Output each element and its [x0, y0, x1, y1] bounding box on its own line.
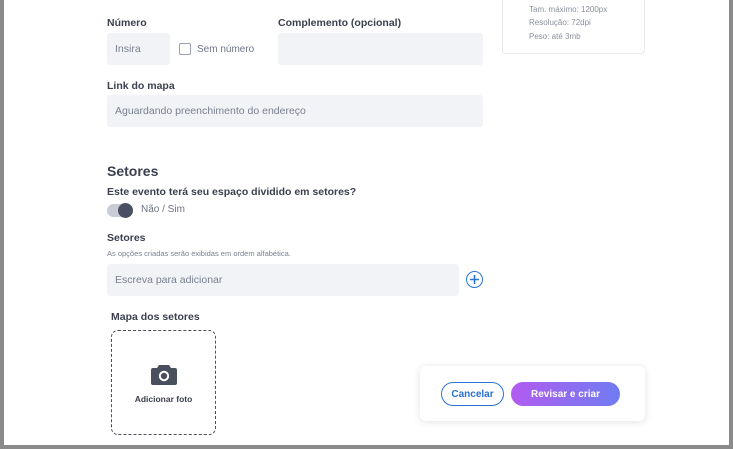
sectors-question: Este evento terá seu espaço dividido em … [107, 186, 357, 198]
spec-resolution: Resolução: 72dpi [529, 18, 591, 27]
spec-max-size: Tam. máximo: 1200px [529, 5, 608, 14]
event-form-page: Tam. máximo: 1200px Resolução: 72dpi Pes… [4, 0, 729, 445]
sectors-helper: As opções criadas serão exibidas em orde… [107, 249, 291, 258]
spec-weight: Peso: até 3mb [529, 32, 581, 41]
cancel-button[interactable]: Cancelar [441, 382, 504, 406]
sectors-title: Setores [107, 163, 159, 179]
number-input[interactable]: Insira [107, 33, 170, 65]
review-create-button[interactable]: Revisar e criar [511, 382, 620, 406]
footer-actions: Cancelar Revisar e criar [420, 366, 645, 421]
toggle-label: Não / Sim [141, 204, 185, 215]
upload-label: Adicionar foto [134, 394, 193, 404]
no-number-checkbox[interactable] [179, 43, 191, 55]
image-specs-card: Tam. máximo: 1200px Resolução: 72dpi Pes… [502, 0, 645, 54]
map-link-input[interactable]: Aguardando preenchimento do endereço [107, 95, 483, 127]
sectors-input[interactable]: Escreva para adicionar [107, 264, 459, 296]
map-link-label: Link do mapa [107, 80, 175, 92]
complement-label: Complemento (opcional) [278, 17, 402, 29]
no-number-label: Sem número [197, 44, 255, 55]
sectors-map-label: Mapa dos setores [111, 311, 200, 323]
plus-circle-icon[interactable] [466, 271, 483, 288]
complement-input[interactable] [278, 33, 483, 65]
sectors-toggle[interactable] [107, 203, 133, 218]
sectors-field-label: Setores [107, 232, 146, 244]
toggle-knob [118, 203, 133, 218]
number-label: Número [107, 17, 147, 29]
sectors-map-upload[interactable]: Adicionar foto [111, 330, 216, 435]
camera-icon [151, 365, 177, 385]
